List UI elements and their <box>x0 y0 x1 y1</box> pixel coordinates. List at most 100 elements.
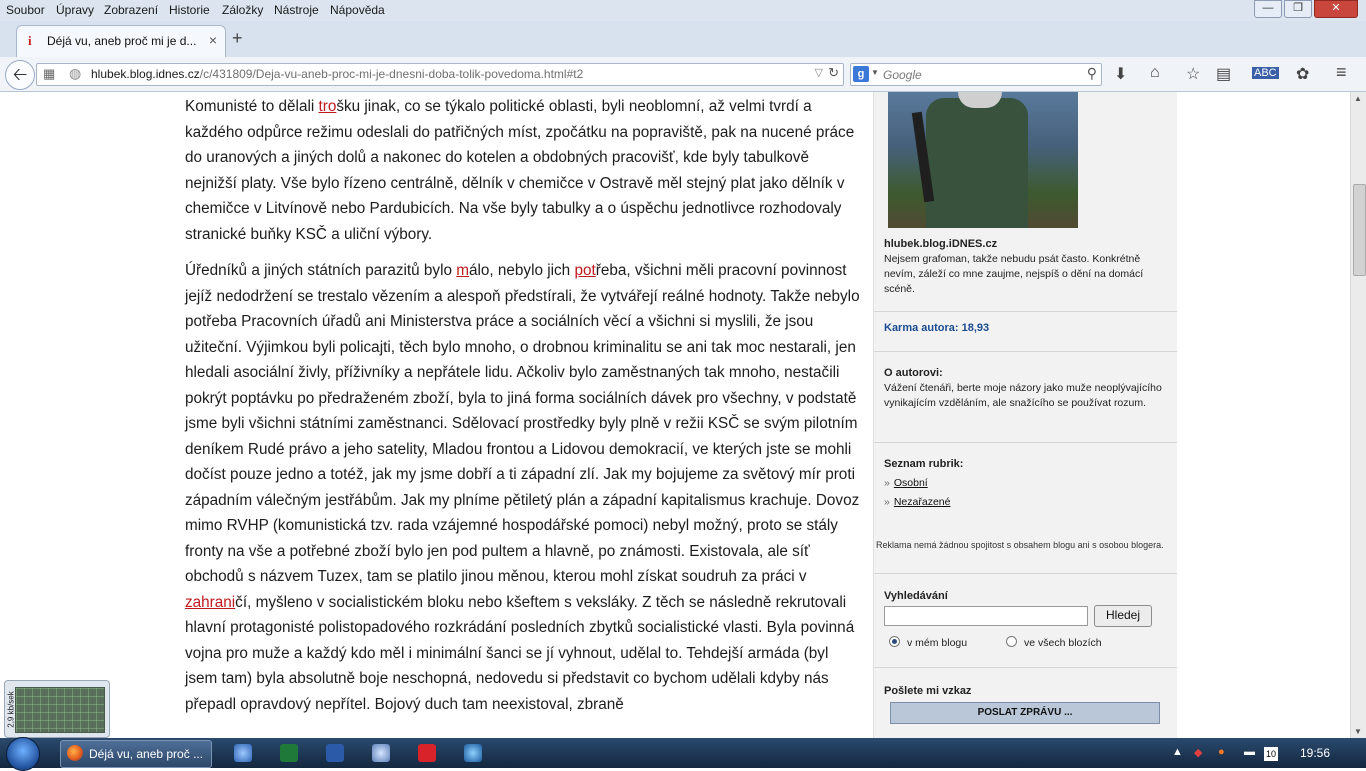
addon-icon[interactable]: ✿ <box>1296 64 1309 84</box>
back-button[interactable]: 🡠 <box>5 60 35 90</box>
double-chevron-icon: » <box>884 496 890 508</box>
menu-napoveda[interactable]: Nápověda <box>330 3 385 17</box>
blue-app-icon[interactable] <box>464 744 482 762</box>
excel-icon[interactable] <box>280 744 298 762</box>
divider <box>874 667 1177 668</box>
scroll-down-icon[interactable]: ▼ <box>1354 727 1362 736</box>
tray-expand-icon[interactable]: ▲ <box>1172 746 1183 758</box>
menu-nastroje[interactable]: Nástroje <box>274 3 319 17</box>
hamburger-menu-icon[interactable]: ≡ <box>1336 62 1347 83</box>
tray-firefox-icon[interactable]: ● <box>1218 746 1225 758</box>
menu-soubor[interactable]: Soubor <box>6 3 45 17</box>
divider <box>874 442 1177 443</box>
text-run: álo, nebylo jich <box>469 262 575 279</box>
close-window-button[interactable]: ✕ <box>1314 0 1358 18</box>
spellcheck-icon[interactable]: ABC <box>1252 67 1279 79</box>
page-viewport: Komunisté to dělali trošku jinak, co se … <box>0 92 1350 738</box>
search-bar[interactable]: g ▼ Google ⚲ <box>850 63 1102 86</box>
url-path: /c/431809/Deja-vu-aneb-proc-mi-je-dnesni… <box>199 67 584 81</box>
tab-active[interactable]: i Déjá vu, aneb proč mi je d... × <box>16 25 226 57</box>
radio-my-blog-label: v mém blogu <box>907 637 968 649</box>
menu-zalozky[interactable]: Záložky <box>222 3 263 17</box>
url-bar[interactable]: ▦ ◍ hlubek.blog.idnes.cz/c/431809/Deja-v… <box>36 63 844 86</box>
reload-icon[interactable]: ↻ <box>828 65 839 81</box>
home-icon[interactable]: ⌂ <box>1150 64 1160 82</box>
search-title: Vyhledávání <box>884 590 948 602</box>
menu-zobrazeni[interactable]: Zobrazení <box>104 3 158 17</box>
article-paragraph-1: Komunisté to dělali trošku jinak, co se … <box>160 94 860 247</box>
firefox-icon <box>67 745 83 761</box>
photo-figure <box>926 98 1028 228</box>
blog-search-input[interactable] <box>884 606 1088 626</box>
rubric-item-osobni[interactable]: » Osobní <box>884 476 1164 491</box>
search-button[interactable]: Hledej <box>1094 605 1152 627</box>
article-paragraph-2: Úředníků a jiných státních parazitů bylo… <box>160 258 860 717</box>
clipboard-icon[interactable]: ▤ <box>1216 64 1231 84</box>
minimize-button[interactable]: — <box>1254 0 1282 18</box>
vertical-scrollbar[interactable]: ▲ ▼ <box>1350 92 1366 738</box>
spellcheck-link[interactable]: pot <box>574 262 595 279</box>
engine-dropdown-icon[interactable]: ▼ <box>871 68 879 77</box>
magnifier-icon[interactable]: ⚲ <box>1087 65 1097 82</box>
text-run: Úředníků a jiných státních parazitů bylo <box>185 262 457 279</box>
spellcheck-link[interactable]: zahrani <box>185 594 235 611</box>
scroll-thumb[interactable] <box>1353 184 1366 276</box>
taskbar-firefox-label: Déjá vu, aneb proč ... <box>89 747 204 761</box>
bookmark-star-icon[interactable]: ☆ <box>1186 64 1200 84</box>
maximize-button[interactable]: ❐ <box>1284 0 1312 18</box>
author-photo <box>888 92 1078 228</box>
new-tab-button[interactable]: + <box>232 28 243 49</box>
window-controls: — ❐ ✕ <box>1254 0 1358 18</box>
send-message-button[interactable]: POSLAT ZPRÁVU ... <box>890 702 1160 724</box>
clock[interactable]: 19:56 <box>1300 746 1330 760</box>
rubric-link[interactable]: Nezařazené <box>894 496 951 508</box>
tray-app-icon[interactable]: ◆ <box>1194 746 1202 759</box>
search-placeholder: Google <box>883 68 922 82</box>
network-app-icon[interactable] <box>234 744 252 762</box>
menu-bar: Soubor Úpravy Zobrazení Historie Záložky… <box>0 0 1366 21</box>
about-title: O autorovi: <box>884 367 943 379</box>
network-graph <box>15 687 105 733</box>
divider <box>874 351 1177 352</box>
menu-historie[interactable]: Historie <box>169 3 210 17</box>
rubric-link[interactable]: Osobní <box>894 477 928 489</box>
google-engine-icon[interactable]: g <box>853 66 869 82</box>
word-icon[interactable] <box>326 744 344 762</box>
scroll-up-icon[interactable]: ▲ <box>1354 94 1362 103</box>
spellcheck-link[interactable]: tro <box>319 98 337 115</box>
taskbar-firefox-button[interactable]: Déjá vu, aneb proč ... <box>60 740 212 768</box>
globe-icon: ◍ <box>69 65 82 81</box>
rubrics-title: Seznam rubrik: <box>884 458 964 470</box>
rubric-item-nezarazene[interactable]: » Nezařazené <box>884 495 1164 510</box>
radio-all-blogs[interactable] <box>1006 636 1017 647</box>
volume-icon[interactable]: ▬ <box>1244 746 1255 758</box>
menu-upravy[interactable]: Úpravy <box>56 3 94 17</box>
calendar-icon[interactable]: 10 <box>1264 747 1278 761</box>
divider <box>874 311 1177 312</box>
radio-my-blog[interactable] <box>889 636 900 647</box>
url-text[interactable]: hlubek.blog.idnes.cz/c/431809/Deja-vu-an… <box>91 67 583 81</box>
dropdown-arrow-icon[interactable]: ▽ <box>815 66 823 79</box>
bookmarks-menu-icon[interactable]: ▦ <box>43 66 55 82</box>
blog-description: Nejsem grafoman, takže nebudu psát často… <box>884 253 1144 295</box>
red-app-icon[interactable] <box>418 744 436 762</box>
text-run: Komunisté to dělali <box>185 98 319 115</box>
text-run: čí, myšleno v socialistickém bloku nebo … <box>185 593 855 713</box>
start-button[interactable] <box>6 737 40 771</box>
karma-block: Karma autora: 18,93 <box>884 321 1164 336</box>
double-chevron-icon: » <box>884 477 890 489</box>
karma-value: Karma autora: 18,93 <box>884 322 990 334</box>
message-title: Pošlete mi vzkaz <box>884 685 972 697</box>
settings-app-icon[interactable] <box>372 744 390 762</box>
network-meter-widget[interactable]: 2,9 kb/sek <box>4 680 110 738</box>
tab-title: Déjá vu, aneb proč mi je d... <box>47 34 197 48</box>
tab-close-icon[interactable]: × <box>209 32 217 48</box>
text-run: řeba, všichni měli pracovní povinnost je… <box>185 262 860 585</box>
spellcheck-link[interactable]: m <box>456 262 469 279</box>
divider <box>874 573 1177 574</box>
blog-name: hlubek.blog.iDNES.cz <box>884 238 998 250</box>
download-icon[interactable]: ⬇ <box>1114 64 1127 84</box>
idnes-favicon-icon: i <box>28 33 32 48</box>
radio-all-blogs-label: ve všech blozích <box>1024 637 1102 649</box>
text-run: šku jinak, co se týkalo politické oblast… <box>185 98 855 243</box>
